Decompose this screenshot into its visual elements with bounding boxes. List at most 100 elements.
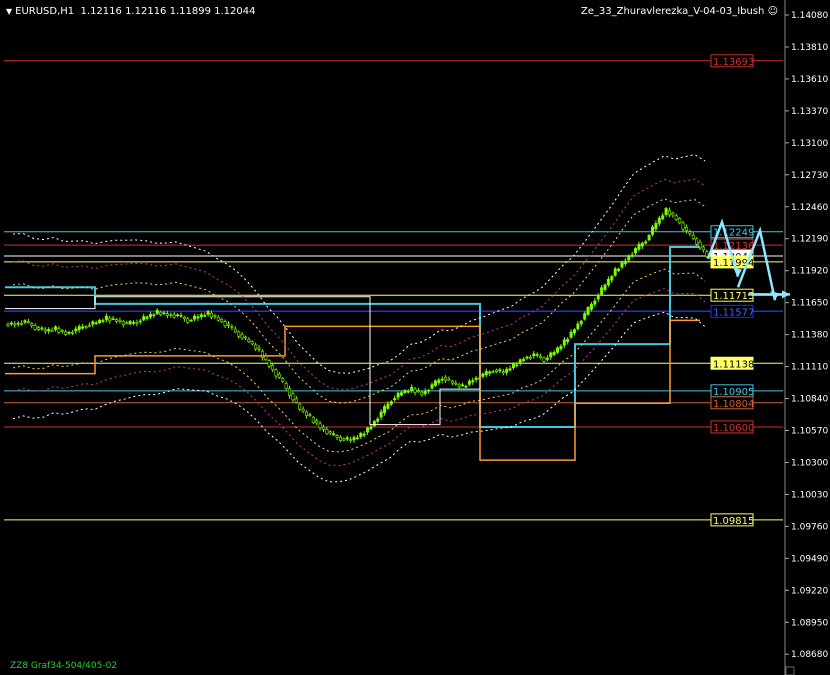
candle-body: [247, 339, 251, 343]
candle-body: [213, 314, 217, 317]
y-tick-label: 1.08680: [791, 650, 828, 660]
candle-body: [16, 322, 20, 325]
level-label: 1.10804: [713, 399, 754, 410]
candle-body: [695, 238, 699, 245]
candle-body: [162, 312, 166, 315]
candle-body: [606, 278, 610, 286]
candle-body: [26, 321, 30, 323]
y-tick-label: 1.13610: [791, 75, 828, 85]
candle-body: [644, 241, 648, 244]
collapse-triangle-icon[interactable]: ▼: [6, 7, 12, 16]
candle-body: [532, 353, 536, 357]
level-label: 1.11713: [713, 291, 754, 302]
candle-body: [705, 251, 709, 257]
candle-body: [630, 254, 634, 257]
ohlc-values: 1.12116 1.12116 1.11899 1.12044: [80, 6, 256, 17]
candle-body: [50, 329, 54, 332]
y-tick-label: 1.12190: [791, 235, 828, 245]
footer-text: ZZ8 Graf34-504/405-02: [10, 661, 118, 671]
candle-body: [522, 358, 526, 361]
level-label: 1.09815: [713, 516, 754, 527]
candle-body: [389, 401, 393, 405]
candle-body: [569, 331, 573, 338]
candle-body: [305, 411, 309, 416]
candle-body: [461, 384, 465, 387]
level-label: 1.10905: [713, 387, 754, 398]
price-chart: 1.14080 1.13810 1.13610 1.13370 1.13100 1.127…: [4, 0, 828, 675]
level-label: 1.10600: [713, 423, 754, 434]
candle-body: [115, 319, 119, 322]
candle-body: [87, 324, 91, 327]
candle-body: [678, 218, 682, 224]
candle-body: [196, 316, 200, 319]
candle-body: [135, 322, 139, 324]
candle-body: [148, 314, 152, 318]
candle-body: [634, 248, 638, 254]
candle-body: [352, 437, 356, 441]
candle-body: [393, 397, 397, 401]
candle-body: [216, 316, 220, 321]
candle-body: [53, 326, 57, 330]
candle-body: [206, 311, 210, 315]
candle-body: [430, 384, 434, 389]
y-tick-label: 1.10840: [791, 395, 828, 405]
y-tick-label: 1.12730: [791, 171, 828, 181]
candle-body: [308, 414, 312, 417]
candle-body: [647, 235, 651, 241]
candle-body: [243, 336, 247, 339]
candle-body: [47, 329, 51, 332]
candle-body: [403, 390, 407, 393]
candle-body: [376, 418, 380, 422]
candle-body: [447, 378, 451, 381]
candle-body: [254, 344, 258, 350]
candle-body: [511, 363, 515, 369]
candle-body: [349, 439, 353, 441]
y-tick-label: 1.09490: [791, 554, 828, 564]
candle-body: [277, 373, 281, 378]
candle-body: [359, 433, 363, 438]
candle-body: [77, 326, 81, 331]
candle-body: [57, 328, 61, 333]
candle-body: [484, 371, 488, 376]
candle-body: [70, 331, 74, 334]
candle-body: [406, 390, 410, 393]
candle-body: [416, 390, 420, 392]
candle-body: [617, 268, 621, 271]
candle-body: [545, 357, 549, 360]
candle-body: [318, 423, 322, 429]
candle-body: [654, 223, 658, 230]
candle-body: [640, 242, 644, 247]
candle-body: [315, 420, 319, 424]
candle-body: [260, 350, 264, 359]
candle-body: [142, 316, 146, 321]
candle-body: [321, 426, 325, 430]
y-tick-label: 1.08950: [791, 618, 828, 628]
candle-body: [423, 390, 427, 395]
candle-body: [515, 364, 519, 367]
candle-body: [549, 352, 553, 358]
candle-body: [440, 378, 444, 381]
candle-body: [220, 318, 224, 322]
candle-body: [413, 388, 417, 393]
candle-body: [9, 322, 13, 325]
candle-body: [332, 433, 336, 436]
candle-body: [386, 403, 390, 409]
candle-body: [98, 319, 102, 324]
candle-body: [410, 386, 414, 391]
candle-body: [481, 373, 485, 377]
candle-body: [664, 208, 668, 215]
candle-body: [528, 356, 532, 359]
y-tick-label: 1.10300: [791, 458, 828, 468]
candle-body: [576, 323, 580, 329]
candle-body: [121, 321, 125, 325]
candle-body: [138, 320, 142, 323]
candle-body: [454, 382, 458, 385]
y-tick-label: 1.09220: [791, 586, 828, 596]
candle-body: [559, 345, 563, 350]
candle-body: [366, 427, 370, 433]
candle-body: [661, 215, 665, 220]
candle-body: [193, 315, 197, 320]
candle-body: [427, 389, 431, 392]
y-tick-label: 1.11650: [791, 299, 828, 309]
y-tick-label: 1.11920: [791, 267, 828, 277]
